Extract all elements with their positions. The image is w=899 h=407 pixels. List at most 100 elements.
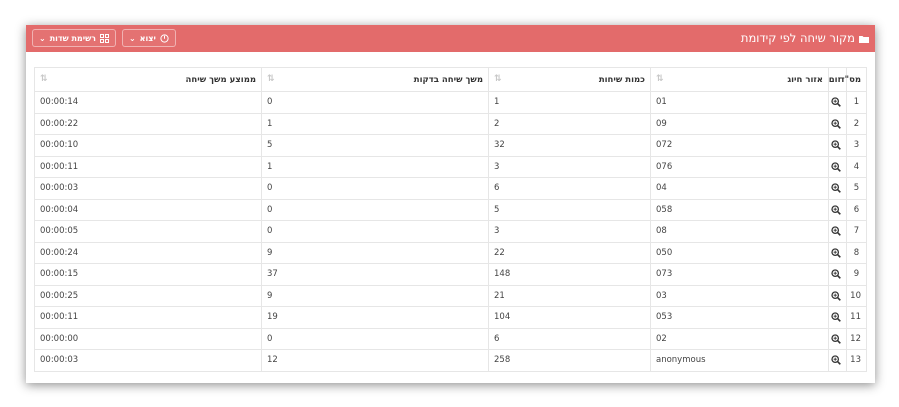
zoom-button[interactable] <box>828 198 847 221</box>
duration-minutes-cell: 12 <box>261 349 489 372</box>
calls-count-cell: 5 <box>488 198 651 221</box>
avg-duration-cell: 00:00:10 <box>34 134 262 157</box>
zoom-button[interactable] <box>828 220 847 243</box>
column-header-calls[interactable]: כמות שיחות ⇅ <box>488 67 651 92</box>
duration-minutes-cell: 37 <box>261 263 489 286</box>
folder-icon <box>859 35 869 43</box>
table-row: 9 073 148 37 00:00:15 <box>34 263 867 286</box>
table-row: 12 02 6 0 00:00:00 <box>34 327 867 350</box>
zoom-button[interactable] <box>828 349 847 372</box>
column-header-zoom[interactable]: זום <box>828 67 847 92</box>
export-label: יצוא <box>139 33 156 43</box>
table-row: 5 04 6 0 00:00:03 <box>34 177 867 200</box>
sort-icon[interactable]: ⇅ <box>40 74 48 84</box>
zoom-button[interactable] <box>828 112 847 135</box>
avg-duration-cell: 00:00:03 <box>34 177 262 200</box>
table-header-row: מס"ד זום אזור חיוג ⇅ כמות שיחות ⇅ משך שי… <box>34 67 867 92</box>
column-header-avg[interactable]: ממוצע משך שיחה ⇅ <box>34 67 262 92</box>
panel-title: מקור שיחה לפי קידומת <box>741 25 869 52</box>
search-plus-icon <box>831 183 841 193</box>
calls-count-cell: 22 <box>488 241 651 264</box>
search-plus-icon <box>831 226 841 236</box>
panel-header: מקור שיחה לפי קידומת ⌄ רשימת שדות ⌄ יצוא <box>26 25 875 52</box>
duration-minutes-cell: 19 <box>261 306 489 329</box>
duration-minutes-cell: 1 <box>261 155 489 178</box>
zoom-button[interactable] <box>828 263 847 286</box>
duration-minutes-cell: 0 <box>261 177 489 200</box>
area-code-cell: 073 <box>650 263 829 286</box>
search-plus-icon <box>831 269 841 279</box>
search-plus-icon <box>831 118 841 129</box>
table-row: 11 053 104 19 00:00:11 <box>34 306 867 329</box>
column-header-calls-label: כמות שיחות <box>598 74 645 85</box>
calls-count-cell: 104 <box>488 306 651 329</box>
row-number: 7 <box>846 220 867 243</box>
area-code-cell: 076 <box>650 155 829 178</box>
table-container: מס"ד זום אזור חיוג ⇅ כמות שיחות ⇅ משך שי… <box>34 67 867 372</box>
duration-minutes-cell: 0 <box>261 198 489 221</box>
area-code-cell: anonymous <box>650 349 829 372</box>
fields-list-button[interactable]: ⌄ רשימת שדות <box>32 29 116 47</box>
row-number: 10 <box>846 284 867 307</box>
row-number: 6 <box>846 198 867 221</box>
column-header-duration[interactable]: משך שיחה בדקות ⇅ <box>261 67 489 92</box>
row-number: 8 <box>846 241 867 264</box>
calls-count-cell: 2 <box>488 112 651 135</box>
zoom-button[interactable] <box>828 241 847 264</box>
zoom-button[interactable] <box>828 155 847 178</box>
panel-title-text: מקור שיחה לפי קידומת <box>740 31 855 45</box>
column-header-area-label: אזור חיוג <box>787 74 823 85</box>
avg-duration-cell: 00:00:22 <box>34 112 262 135</box>
calls-count-cell: 148 <box>488 263 651 286</box>
zoom-button[interactable] <box>828 91 847 114</box>
table-body: 1 01 1 0 00:00:14 2 09 2 1 00:00:22 3 072 32 5 00:00:1… <box>34 91 867 372</box>
zoom-button[interactable] <box>828 327 847 350</box>
sort-icon[interactable]: ⇅ <box>494 74 502 84</box>
area-code-cell: 058 <box>650 198 829 221</box>
zoom-button[interactable] <box>828 306 847 329</box>
avg-duration-cell: 00:00:11 <box>34 155 262 178</box>
calls-count-cell: 3 <box>488 155 651 178</box>
avg-duration-cell: 00:00:04 <box>34 198 262 221</box>
duration-minutes-cell: 0 <box>261 91 489 114</box>
area-code-cell: 050 <box>650 241 829 264</box>
duration-minutes-cell: 0 <box>261 327 489 350</box>
calls-count-cell: 1 <box>488 91 651 114</box>
zoom-button[interactable] <box>828 134 847 157</box>
row-number: 5 <box>846 177 867 200</box>
table-row: 6 058 5 0 00:00:04 <box>34 198 867 221</box>
row-number: 13 <box>846 349 867 372</box>
grid-icon <box>99 33 109 43</box>
export-button[interactable]: ⌄ יצוא <box>121 29 176 47</box>
duration-minutes-cell: 9 <box>261 284 489 307</box>
report-table: מס"ד זום אזור חיוג ⇅ כמות שיחות ⇅ משך שי… <box>34 67 867 372</box>
zoom-button[interactable] <box>828 177 847 200</box>
table-row: 3 072 32 5 00:00:10 <box>34 134 867 157</box>
search-plus-icon <box>831 161 841 172</box>
table-row: 4 076 3 1 00:00:11 <box>34 155 867 178</box>
sort-icon[interactable]: ⇅ <box>656 74 664 84</box>
search-plus-icon <box>831 290 841 301</box>
area-code-cell: 09 <box>650 112 829 135</box>
column-header-area[interactable]: אזור חיוג ⇅ <box>650 67 829 92</box>
avg-duration-cell: 00:00:15 <box>34 263 262 286</box>
avg-duration-cell: 00:00:05 <box>34 220 262 243</box>
area-code-cell: 04 <box>650 177 829 200</box>
area-code-cell: 03 <box>650 284 829 307</box>
zoom-button[interactable] <box>828 284 847 307</box>
sort-icon[interactable]: ⇅ <box>267 74 275 84</box>
avg-duration-cell: 00:00:00 <box>34 327 262 350</box>
header-buttons: ⌄ רשימת שדות ⌄ יצוא <box>32 29 176 49</box>
row-number: 4 <box>846 155 867 178</box>
column-header-avg-label: ממוצע משך שיחה <box>185 74 256 85</box>
table-row: 1 01 1 0 00:00:14 <box>34 91 867 114</box>
avg-duration-cell: 00:00:25 <box>34 284 262 307</box>
calls-count-cell: 32 <box>488 134 651 157</box>
search-plus-icon <box>831 333 841 344</box>
table-row: 8 050 22 9 00:00:24 <box>34 241 867 264</box>
calls-count-cell: 6 <box>488 327 651 350</box>
chevron-down-icon: ⌄ <box>39 33 46 43</box>
search-plus-icon <box>831 140 841 150</box>
table-row: 7 08 3 0 00:00:05 <box>34 220 867 243</box>
column-header-num[interactable]: מס"ד <box>840 67 867 92</box>
